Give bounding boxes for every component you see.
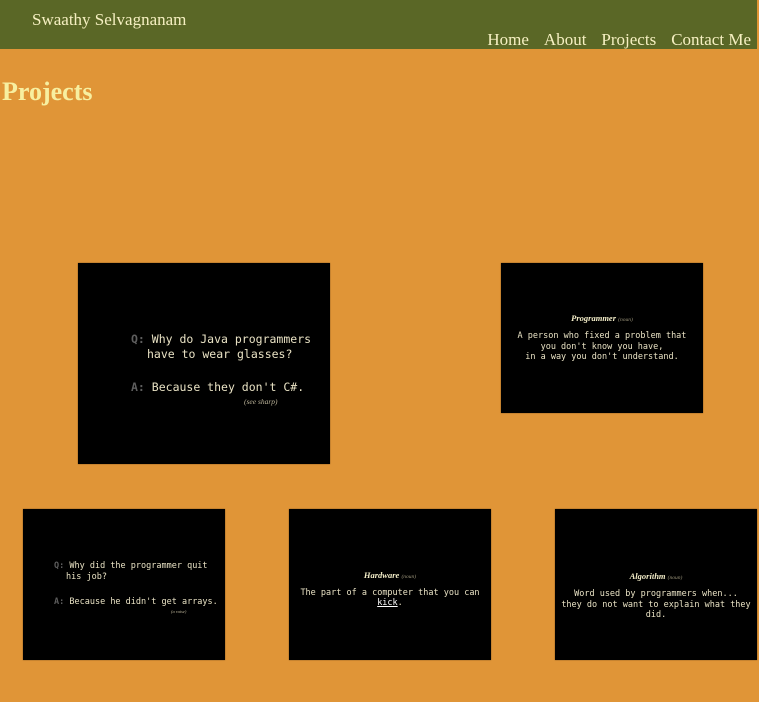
question-line-2: his job? [66,572,107,582]
project-card-java-joke[interactable]: Q: Why do Java programmers have to wear … [78,263,330,464]
nav-projects-link[interactable]: Projects [601,30,656,50]
nav-home-link[interactable]: Home [487,30,529,50]
part-of-speech: (noun) [667,575,683,581]
pun-note: (a raise) [171,609,187,614]
question-mark-label: Q: [131,332,145,346]
definition-text: The part of a computer that you can [300,588,480,598]
site-brand[interactable]: Swaathy Selvagnanam [32,10,186,30]
answer-text: Because he didn't get arrays. [69,597,218,607]
definition-line-2: they do not want to explain what they di… [561,600,751,620]
part-of-speech: (noun) [618,317,633,323]
project-card-algorithm-definition[interactable]: Algorithm (noun) Word used by programmer… [555,509,757,660]
definition-emphasis: kick [377,598,398,608]
project-card-programmer-definition[interactable]: Programmer (noun) A person who fixed a p… [501,263,703,413]
top-nav-bar: Swaathy Selvagnanam Home About Projects … [0,0,757,49]
nav-about-link[interactable]: About [544,30,587,50]
page-title: Projects [2,77,93,106]
definition-line-2: you don't know you have, [540,342,664,352]
question-line-1: Why did the programmer quit [69,561,208,571]
definition-line-1: Word used by programmers when... [574,589,738,599]
nav-contact-link[interactable]: Contact Me [671,30,751,50]
term-title: Programmer [571,313,617,323]
part-of-speech: (noun) [401,574,417,580]
pun-note: (see sharp) [244,397,278,406]
answer-mark-label: A: [131,380,145,394]
definition-line-1: A person who fixed a problem that [517,331,687,341]
question-mark-label: Q: [54,561,65,571]
question-line-2: have to wear glasses? [147,347,293,361]
term-title: Hardware [363,570,400,580]
answer-mark-label: A: [54,597,65,607]
term-title: Algorithm [629,571,666,581]
project-card-hardware-definition[interactable]: Hardware (noun) The part of a computer t… [289,509,491,660]
definition-suffix: . [397,598,403,608]
definition-line-3: in a way you don't understand. [525,352,679,362]
project-card-arrays-joke[interactable]: Q: Why did the programmer quit his job? … [23,509,225,660]
main-nav: Home About Projects Contact Me [487,30,751,50]
question-line-1: Why do Java programmers [151,332,312,346]
answer-text: Because they don't C#. [151,380,305,394]
